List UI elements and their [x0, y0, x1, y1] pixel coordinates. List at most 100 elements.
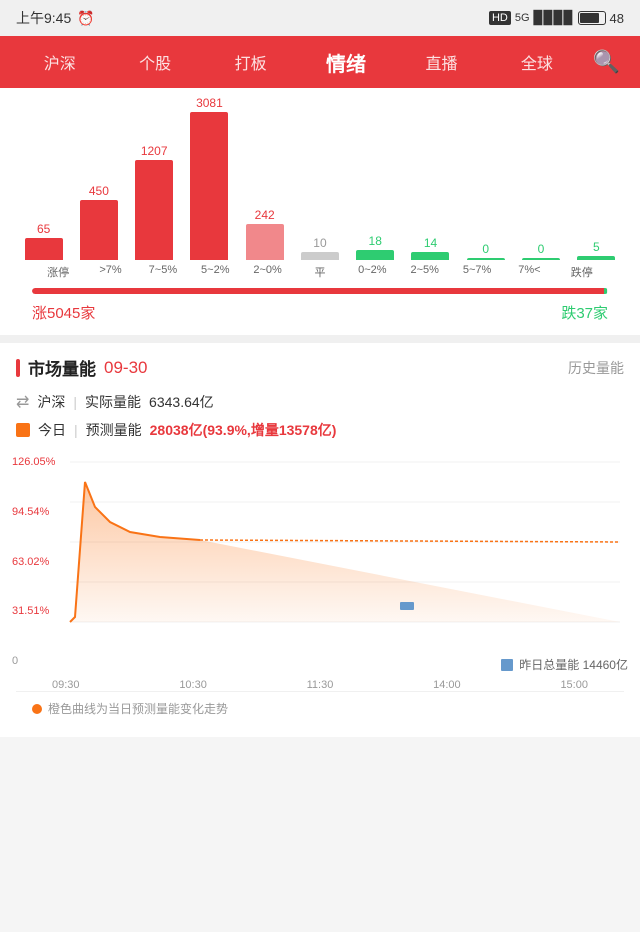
bar-value-flat: 10 [313, 236, 326, 250]
section-divider [0, 335, 640, 343]
bar-shape-gt7-green [522, 258, 560, 260]
rise-fall-progress [16, 280, 624, 294]
bar-shape-dieting [577, 256, 615, 260]
volume-separator: | [73, 394, 77, 410]
actual-volume-value: 6343.64亿 [149, 392, 214, 412]
bar-value-gt7-green: 0 [538, 242, 545, 256]
bar-shape-zhangting [25, 238, 63, 260]
bar-value-gt7: 450 [89, 184, 109, 198]
orange-square-icon [16, 423, 30, 437]
actual-volume-label: 实际量能 [85, 392, 141, 412]
predicted-volume-value: 28038亿(93.9%,增量13578亿) [150, 420, 337, 440]
nav-item-qingxu[interactable]: 情绪 [298, 40, 393, 85]
label-5to2: 5~2% [189, 264, 241, 280]
fall-count: 跌37家 [561, 302, 608, 323]
bar-value-zhangting: 65 [37, 222, 50, 236]
signal-icon: ▉▉▉▉ [534, 10, 574, 26]
bar-5to2: 3081 [182, 96, 237, 260]
status-bar: 上午9:45 ⏰ HD 5G ▉▉▉▉ 48 [0, 0, 640, 36]
bar-flat: 10 [292, 236, 347, 260]
navigation-bar: 沪深 个股 打板 情绪 直播 全球 🔍 [0, 36, 640, 88]
volume-title-text: 市场量能 [28, 355, 96, 380]
bar-shape-gt7 [80, 200, 118, 260]
bar-2to0: 242 [237, 208, 292, 260]
bar-value-7to5: 1207 [141, 144, 168, 158]
bar-shape-2to0 [246, 224, 284, 260]
y-label-1: 126.05% [12, 456, 55, 468]
hd-badge: HD [489, 11, 511, 25]
5g-badge: 5G [515, 12, 530, 24]
chart-fill-area [70, 482, 620, 622]
time-display: 上午9:45 [16, 8, 71, 28]
main-content: 65 450 1207 3081 242 [0, 88, 640, 737]
bar-gt7-green: 0 [513, 242, 568, 260]
y-label-3: 63.02% [12, 556, 55, 568]
x-axis-labels: 09:30 10:30 11:30 14:00 15:00 [12, 679, 628, 691]
nav-item-daban[interactable]: 打板 [203, 42, 298, 82]
label-zhangting: 涨停 [32, 264, 84, 280]
bar-shape-0to2 [356, 250, 394, 260]
rise-fall-summary: 涨5045家 跌37家 [16, 294, 624, 335]
rise-count: 涨5045家 [32, 302, 95, 323]
y-label-2: 94.54% [12, 506, 55, 518]
x-label-1130: 11:30 [307, 679, 334, 691]
volume-row-predicted: 今日 | 预测量能 28038亿(93.9%,增量13578亿) [16, 420, 624, 440]
nav-item-quanqiu[interactable]: 全球 [489, 42, 584, 82]
arrows-icon: ⇄ [16, 392, 29, 412]
volume-line-chart: 126.05% 94.54% 63.02% 31.51% 0 [12, 452, 628, 691]
line-chart-svg [12, 452, 628, 652]
bar-dieting: 5 [569, 240, 624, 260]
bar-shape-7to5 [135, 160, 173, 260]
x-label-1400: 14:00 [433, 679, 461, 691]
volume-section: 市场量能 09-30 历史量能 ⇄ 沪深 | 实际量能 6343.64亿 今日 … [0, 343, 640, 737]
bar-chart-section: 65 450 1207 3081 242 [0, 88, 640, 335]
bar-bottom-labels: 涨停 >7% 7~5% 5~2% 2~0% 平 0~2% 2~5% 5~7% 7… [16, 260, 624, 280]
bar-value-0to2: 18 [369, 234, 382, 248]
bar-value-5to7: 0 [482, 242, 489, 256]
label-0to2: 0~2% [346, 264, 398, 280]
bar-value-5to2: 3081 [196, 96, 223, 110]
bar-2to5: 14 [403, 236, 458, 260]
x-label-1030: 10:30 [179, 679, 207, 691]
volume-header: 市场量能 09-30 历史量能 [16, 355, 624, 380]
x-label-0930: 09:30 [52, 679, 80, 691]
label-5to7: 5~7% [451, 264, 503, 280]
y-label-4: 31.51% [12, 605, 55, 617]
legend-blue-icon [501, 659, 513, 671]
nav-item-gegu[interactable]: 个股 [107, 42, 202, 82]
label-7to5: 7~5% [137, 264, 189, 280]
label-7lt: 7%< [503, 264, 555, 280]
battery-icon [578, 11, 606, 25]
footer-note: 橙色曲线为当日预测量能变化走势 [16, 691, 624, 725]
bar-shape-flat [301, 252, 339, 260]
bar-gt7: 450 [71, 184, 126, 260]
volume-row-actual: ⇄ 沪深 | 实际量能 6343.64亿 [16, 392, 624, 412]
volume-separator2: | [74, 422, 78, 438]
volume-market-label: 沪深 [37, 392, 65, 412]
bar-shape-5to2 [190, 112, 228, 260]
bar-shape-5to7 [467, 258, 505, 260]
label-gt7: >7% [84, 264, 136, 280]
volume-info: ⇄ 沪深 | 实际量能 6343.64亿 今日 | 预测量能 28038亿(93… [16, 392, 624, 440]
bar-0to2: 18 [348, 234, 403, 260]
volume-time-text: 09-30 [104, 358, 147, 378]
nav-item-zhibo[interactable]: 直播 [394, 42, 489, 82]
clock-icon: ⏰ [77, 10, 94, 27]
label-flat: 平 [294, 264, 346, 280]
today-label: 今日 [38, 420, 66, 440]
x-label-1500: 15:00 [560, 679, 588, 691]
chart-legend: 昨日总量能 14460亿 [12, 656, 628, 673]
legend-blue-rect [400, 602, 414, 610]
label-2to5: 2~5% [399, 264, 451, 280]
battery-level: 48 [610, 11, 624, 26]
label-2to0: 2~0% [241, 264, 293, 280]
bar-value-2to5: 14 [424, 236, 437, 250]
bar-value-dieting: 5 [593, 240, 600, 254]
bar-shape-2to5 [411, 252, 449, 260]
nav-item-husheng[interactable]: 沪深 [12, 42, 107, 82]
orange-dot-icon [32, 704, 42, 714]
bar-5to7: 0 [458, 242, 513, 260]
history-volume-link[interactable]: 历史量能 [568, 358, 624, 378]
search-icon[interactable]: 🔍 [585, 41, 628, 83]
bar-value-2to0: 242 [255, 208, 275, 222]
